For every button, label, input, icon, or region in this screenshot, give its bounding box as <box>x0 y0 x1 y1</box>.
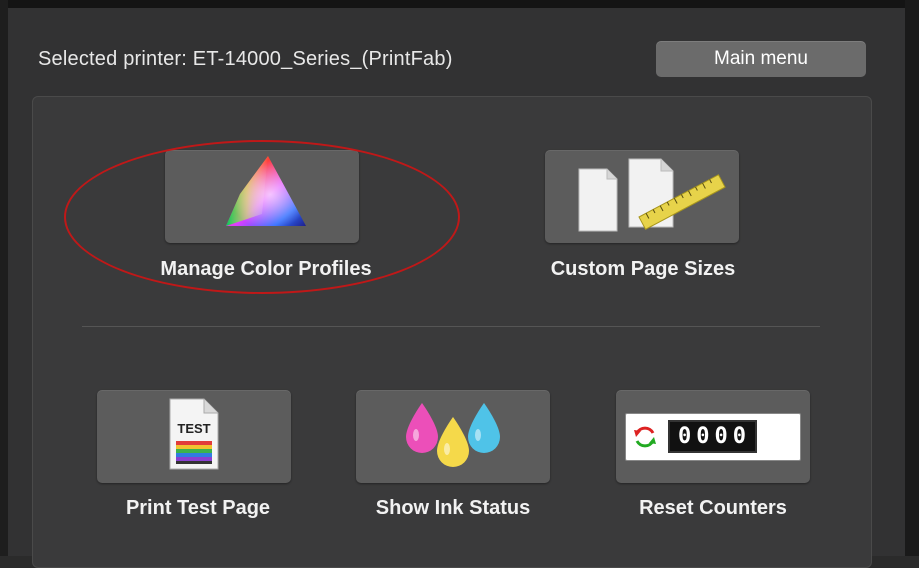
counter-digits: 0000 <box>668 420 757 453</box>
show-ink-status-button[interactable] <box>356 390 550 483</box>
custom-page-sizes-button[interactable] <box>545 150 739 243</box>
window-top-border <box>0 0 919 8</box>
counter-icon: 0000 <box>625 412 801 461</box>
show-ink-status-label: Show Ink Status <box>375 497 531 519</box>
print-test-page-button[interactable]: TEST <box>97 390 291 483</box>
selected-printer-label: Selected printer: ET-14000_Series_(Print… <box>38 48 453 70</box>
color-gamut-icon <box>212 154 312 239</box>
test-page-icon: TEST <box>164 395 224 478</box>
manage-color-profiles-button[interactable] <box>165 150 359 243</box>
pages-ruler-icon <box>557 153 727 240</box>
ink-drops-icon <box>398 395 508 478</box>
section-divider <box>82 326 820 327</box>
main-menu-button[interactable]: Main menu <box>656 41 866 77</box>
reset-counters-button[interactable]: 0000 <box>616 390 810 483</box>
window-right-edge <box>905 0 919 556</box>
print-test-page-label: Print Test Page <box>125 497 271 519</box>
printfab-window: Selected printer: ET-14000_Series_(Print… <box>0 0 919 568</box>
refresh-icon <box>634 426 656 447</box>
window-left-edge <box>0 0 8 556</box>
custom-page-sizes-label: Custom Page Sizes <box>550 258 736 280</box>
test-page-text: TEST <box>177 421 210 436</box>
reset-counters-label: Reset Counters <box>639 497 787 519</box>
manage-color-profiles-label: Manage Color Profiles <box>160 258 372 280</box>
